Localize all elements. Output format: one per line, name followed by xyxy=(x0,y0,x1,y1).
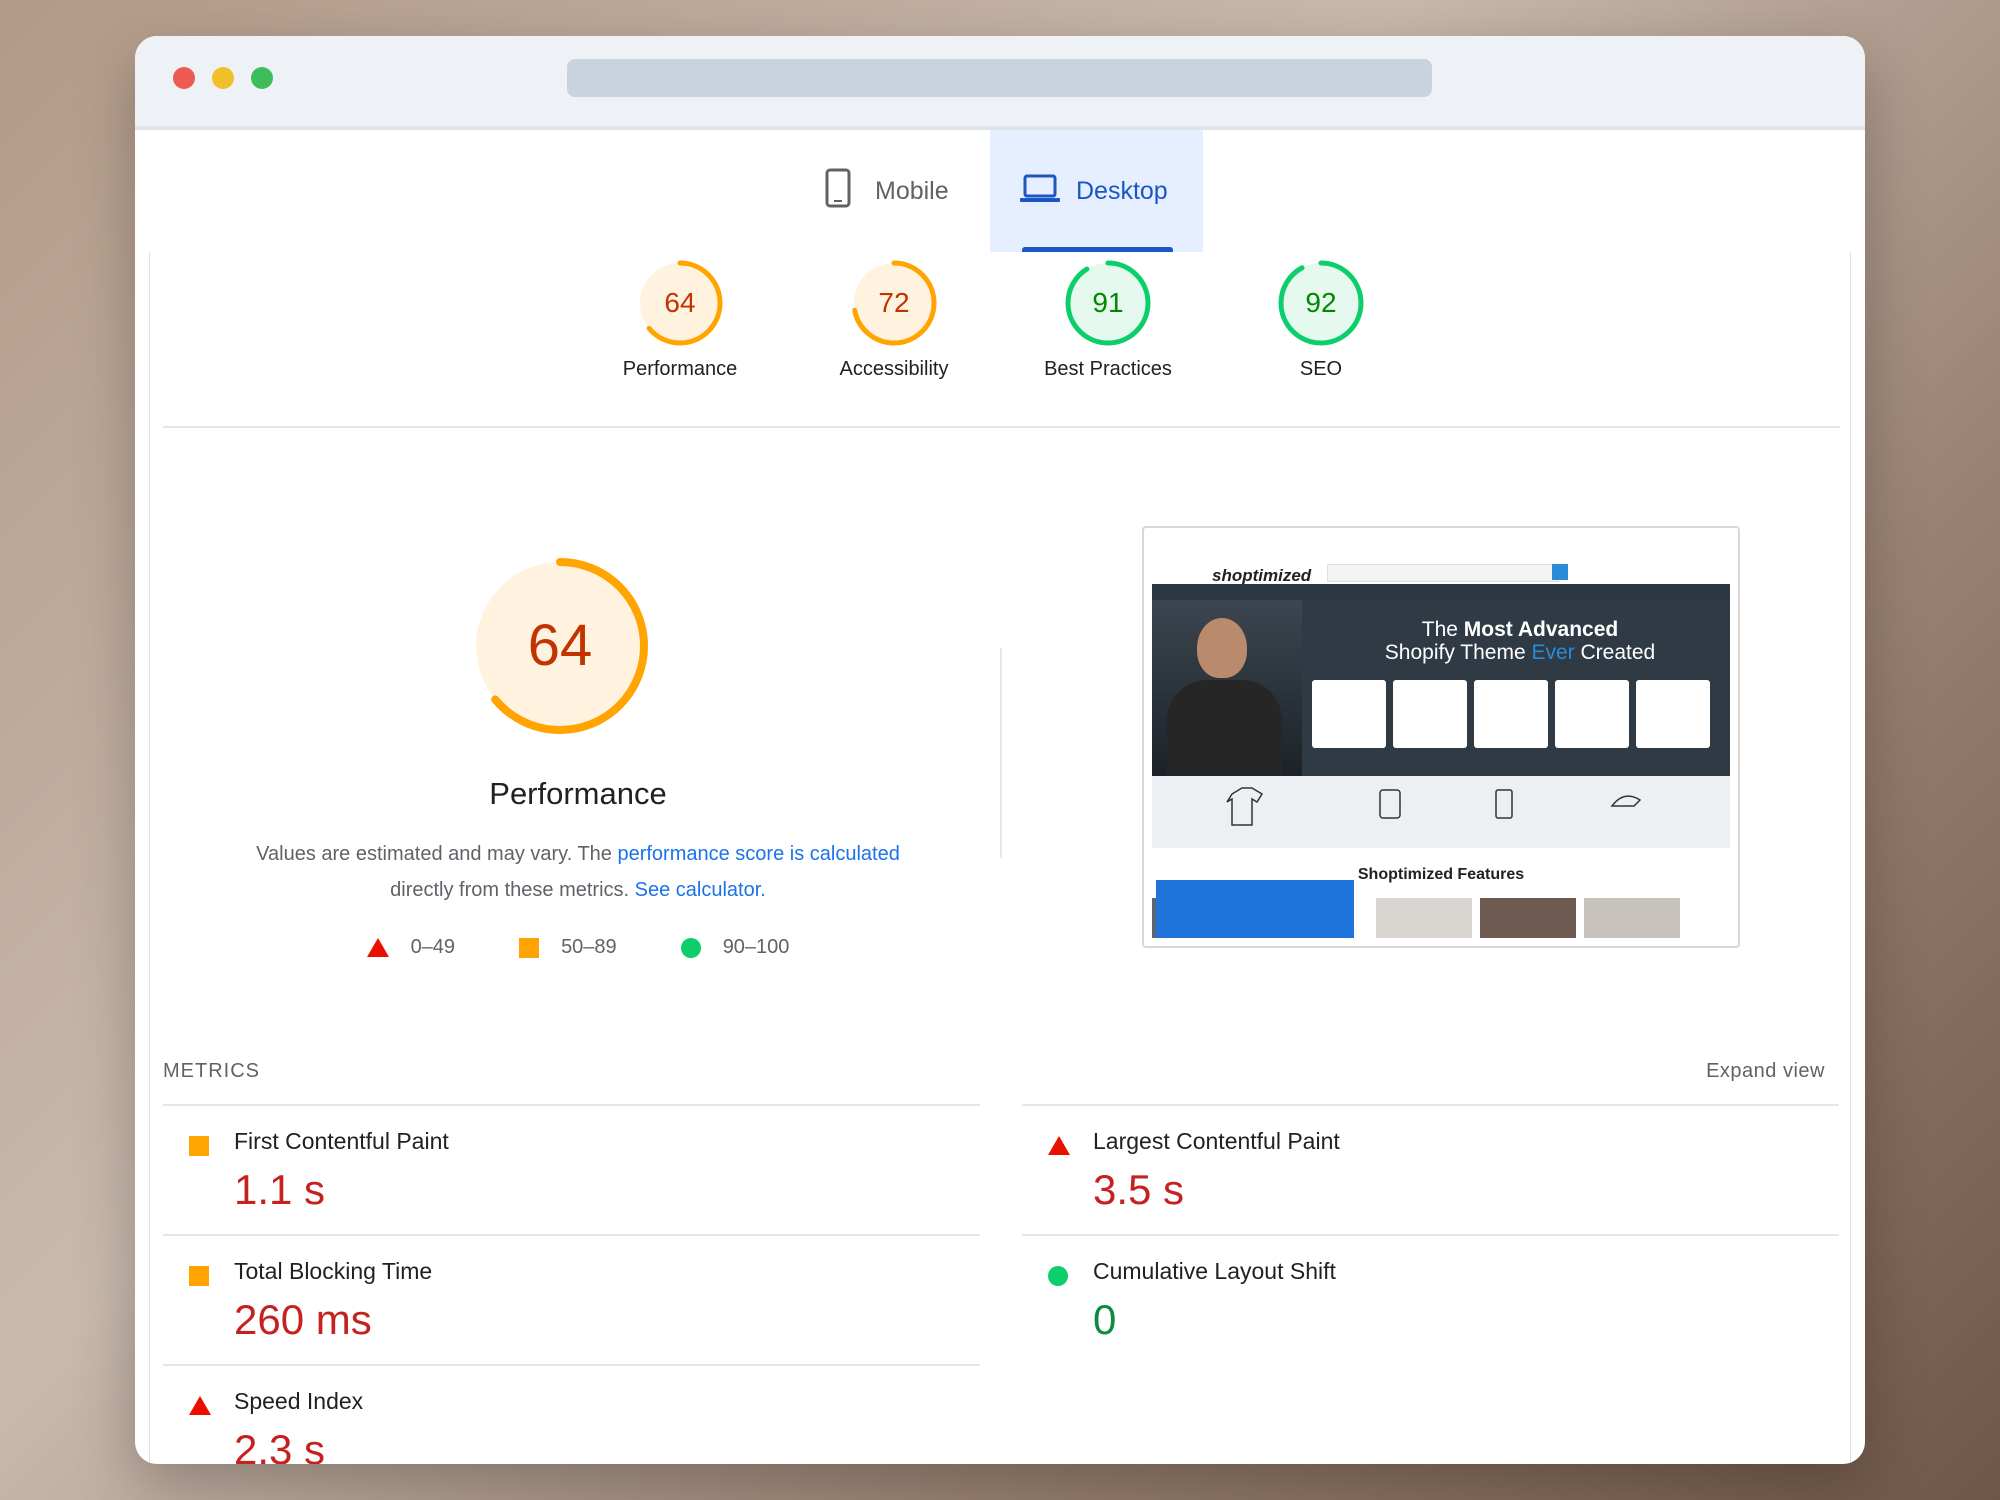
tab-desktop-label: Desktop xyxy=(1076,176,1168,205)
metric-first-contentful-paint[interactable]: First Contentful Paint 1.1 s xyxy=(163,1104,980,1234)
circle-green-icon xyxy=(680,937,701,958)
browser-window: Mobile Desktop 64 Performance 72 Accessi… xyxy=(135,36,1865,1464)
metric-value: 260 ms xyxy=(234,1296,372,1343)
performance-gauge: 64 xyxy=(472,558,648,734)
screenshot-cookie-banner xyxy=(1156,880,1354,938)
metric-value: 0 xyxy=(1093,1296,1117,1343)
desc-text: directly from these metrics. xyxy=(390,879,635,901)
metrics-title: METRICS xyxy=(163,1060,260,1082)
tab-desktop[interactable]: Desktop xyxy=(990,130,1203,252)
screenshot-feature-cards xyxy=(1312,680,1710,748)
screenshot-logo: shoptimized xyxy=(1212,566,1312,585)
square-orange-icon xyxy=(189,1136,209,1156)
gauge-ring: 72 xyxy=(851,260,937,346)
smartphone-icon xyxy=(825,168,851,215)
screenshot-hero-title: The Most Advanced Shopify Theme Ever Cre… xyxy=(1384,618,1656,664)
final-screenshot: shoptimized The Most Advanced Shopify Th… xyxy=(1142,526,1740,948)
triangle-red-icon xyxy=(366,938,389,957)
performance-title: Performance xyxy=(489,776,667,811)
gauge-score: 64 xyxy=(664,287,695,318)
vertical-divider xyxy=(1000,648,1002,858)
metric-cumulative-layout-shift[interactable]: Cumulative Layout Shift 0 xyxy=(1022,1234,1839,1364)
gauge-score: 92 xyxy=(1305,287,1336,318)
screenshot-category-icons xyxy=(1152,776,1730,848)
gauge-accessibility[interactable]: 72 Accessibility xyxy=(794,258,994,381)
close-window-button[interactable] xyxy=(173,67,195,89)
title-bar xyxy=(135,36,1865,130)
laptop-icon xyxy=(1020,173,1060,210)
legend-range: 90–100 xyxy=(722,936,790,958)
metric-value: 3.5 s xyxy=(1093,1166,1185,1213)
screenshot-search-button xyxy=(1552,564,1568,580)
screenshot-hero: The Most Advanced Shopify Theme Ever Cre… xyxy=(1152,600,1730,776)
metric-speed-index[interactable]: Speed Index 2.3 s xyxy=(163,1364,980,1464)
screenshot-person-image xyxy=(1152,600,1302,776)
address-bar[interactable] xyxy=(567,59,1432,97)
score-summary: 64 Performance 72 Accessibility 91 Best … xyxy=(135,258,1865,398)
gauge-score: 91 xyxy=(1092,287,1123,318)
metric-name: Total Blocking Time xyxy=(234,1258,433,1284)
screenshot-search xyxy=(1327,564,1559,582)
metric-name: Speed Index xyxy=(234,1388,364,1414)
gauge-best-practices[interactable]: 91 Best Practices xyxy=(1008,258,1208,381)
gauge-ring: 64 xyxy=(637,260,723,346)
gauge-seo[interactable]: 92 SEO xyxy=(1221,258,1421,381)
legend-average: 50–89 xyxy=(519,936,617,959)
metric-name: First Contentful Paint xyxy=(234,1128,449,1154)
score-calculated-link[interactable]: performance score is calculated xyxy=(617,843,899,865)
gauge-label: Accessibility xyxy=(839,358,949,380)
triangle-red-icon xyxy=(1048,1136,1070,1155)
see-calculator-link[interactable]: See calculator. xyxy=(635,879,766,901)
score-legend: 0–49 50–89 90–100 xyxy=(163,936,993,959)
screenshot-nav xyxy=(1152,584,1730,600)
legend-range: 50–89 xyxy=(561,936,617,958)
metric-value: 2.3 s xyxy=(234,1426,326,1464)
circle-green-icon xyxy=(1048,1266,1068,1286)
square-orange-icon xyxy=(189,1266,209,1286)
triangle-red-icon xyxy=(189,1396,211,1415)
gauge-ring: 91 xyxy=(1065,260,1151,346)
metric-value: 1.1 s xyxy=(234,1166,326,1213)
desc-text: Values are estimated and may vary. The xyxy=(256,843,618,865)
metric-total-blocking-time[interactable]: Total Blocking Time 260 ms xyxy=(163,1234,980,1364)
legend-fail: 0–49 xyxy=(366,936,456,959)
divider xyxy=(163,426,1840,428)
metric-name: Largest Contentful Paint xyxy=(1093,1128,1340,1154)
tab-mobile-label: Mobile xyxy=(875,176,949,205)
device-tabs: Mobile Desktop xyxy=(135,130,1865,252)
gauge-performance[interactable]: 64 Performance xyxy=(580,258,780,381)
metric-largest-contentful-paint[interactable]: Largest Contentful Paint 3.5 s xyxy=(1022,1104,1839,1234)
minimize-window-button[interactable] xyxy=(212,67,234,89)
gauge-score: 72 xyxy=(878,287,909,318)
maximize-window-button[interactable] xyxy=(251,67,273,89)
metric-name: Cumulative Layout Shift xyxy=(1093,1258,1336,1284)
gauge-label: Best Practices xyxy=(1044,358,1172,380)
gauge-label: SEO xyxy=(1299,358,1343,380)
square-orange-icon xyxy=(519,937,540,958)
performance-score: 64 xyxy=(528,613,593,678)
metrics-header: METRICS Expand view xyxy=(163,1060,1825,1090)
performance-description: Values are estimated and may vary. The p… xyxy=(223,836,933,908)
gauge-label: Performance xyxy=(622,358,738,380)
gauge-ring: 92 xyxy=(1278,260,1364,346)
legend-range: 0–49 xyxy=(410,936,456,958)
expand-view-button[interactable]: Expand view xyxy=(1706,1060,1825,1083)
legend-pass: 90–100 xyxy=(680,936,790,959)
